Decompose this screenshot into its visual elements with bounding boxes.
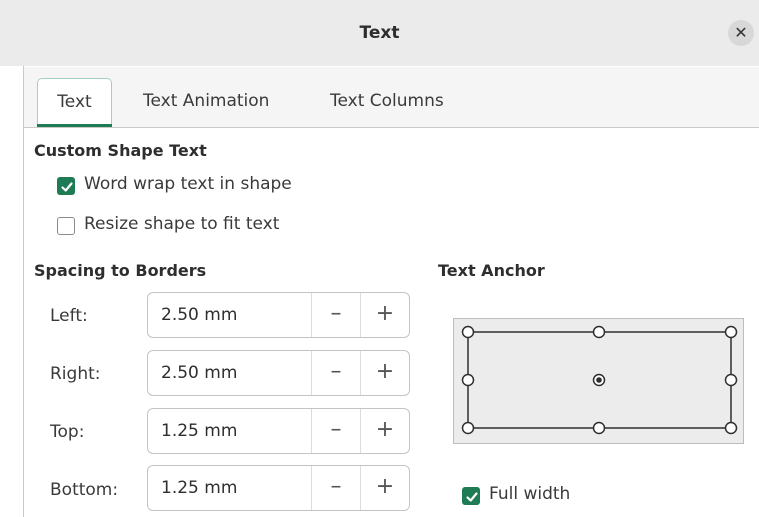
right-spacing-input[interactable]: 2.50 mm: [161, 351, 237, 395]
top-spacing-label: Top:: [50, 422, 85, 442]
anchor-selected-dot: [596, 377, 602, 383]
checkmark-icon: [61, 182, 73, 192]
anchor-bottom-right[interactable]: [724, 421, 738, 435]
top-spacing-input[interactable]: 1.25 mm: [161, 409, 237, 453]
bottom-spacing-spinbox[interactable]: 1.25 mm – +: [147, 465, 410, 511]
top-spacing-decrement-button[interactable]: –: [312, 409, 360, 453]
dialog-title: Text: [359, 23, 400, 43]
anchor-grid: [461, 325, 738, 435]
left-spacing-decrement-button[interactable]: –: [312, 293, 360, 337]
right-spacing-increment-button[interactable]: +: [361, 351, 409, 395]
checkmark-icon: [466, 492, 478, 502]
resize-shape-checkbox[interactable]: [57, 217, 75, 235]
anchor-bottom-center[interactable]: [592, 421, 606, 435]
resize-shape-label[interactable]: Resize shape to fit text: [84, 214, 279, 234]
right-spacing-label: Right:: [50, 364, 101, 384]
close-button[interactable]: ✕: [728, 20, 754, 46]
anchor-top-center[interactable]: [592, 325, 606, 339]
left-spacing-label: Left:: [50, 306, 88, 326]
tab-text-animation[interactable]: Text Animation: [143, 78, 269, 126]
anchor-top-right[interactable]: [724, 325, 738, 339]
right-spacing-spinbox[interactable]: 2.50 mm – +: [147, 350, 410, 396]
anchor-bottom-left[interactable]: [461, 421, 475, 435]
full-width-checkbox[interactable]: [462, 487, 480, 505]
anchor-middle-right[interactable]: [724, 373, 738, 387]
word-wrap-label[interactable]: Word wrap text in shape: [84, 174, 292, 194]
bottom-spacing-decrement-button[interactable]: –: [312, 466, 360, 510]
close-icon: ✕: [734, 23, 748, 42]
custom-shape-text-heading: Custom Shape Text: [34, 141, 207, 160]
tab-text-columns[interactable]: Text Columns: [330, 78, 444, 126]
bottom-spacing-label: Bottom:: [50, 480, 119, 500]
left-spacing-input[interactable]: 2.50 mm: [161, 293, 237, 337]
tab-text[interactable]: Text: [37, 78, 112, 126]
anchor-middle-left[interactable]: [461, 373, 475, 387]
anchor-top-left[interactable]: [461, 325, 475, 339]
word-wrap-checkbox[interactable]: [57, 177, 75, 195]
left-spacing-spinbox[interactable]: 2.50 mm – +: [147, 292, 410, 338]
bottom-spacing-increment-button[interactable]: +: [361, 466, 409, 510]
active-tab-indicator: [37, 124, 112, 127]
full-width-label[interactable]: Full width: [489, 484, 570, 504]
top-spacing-increment-button[interactable]: +: [361, 409, 409, 453]
text-anchor-heading: Text Anchor: [438, 261, 545, 280]
top-spacing-spinbox[interactable]: 1.25 mm – +: [147, 408, 410, 454]
left-spacing-increment-button[interactable]: +: [361, 293, 409, 337]
text-anchor-selector[interactable]: [453, 318, 744, 444]
spacing-to-borders-heading: Spacing to Borders: [34, 261, 207, 280]
right-spacing-decrement-button[interactable]: –: [312, 351, 360, 395]
bottom-spacing-input[interactable]: 1.25 mm: [161, 466, 237, 510]
